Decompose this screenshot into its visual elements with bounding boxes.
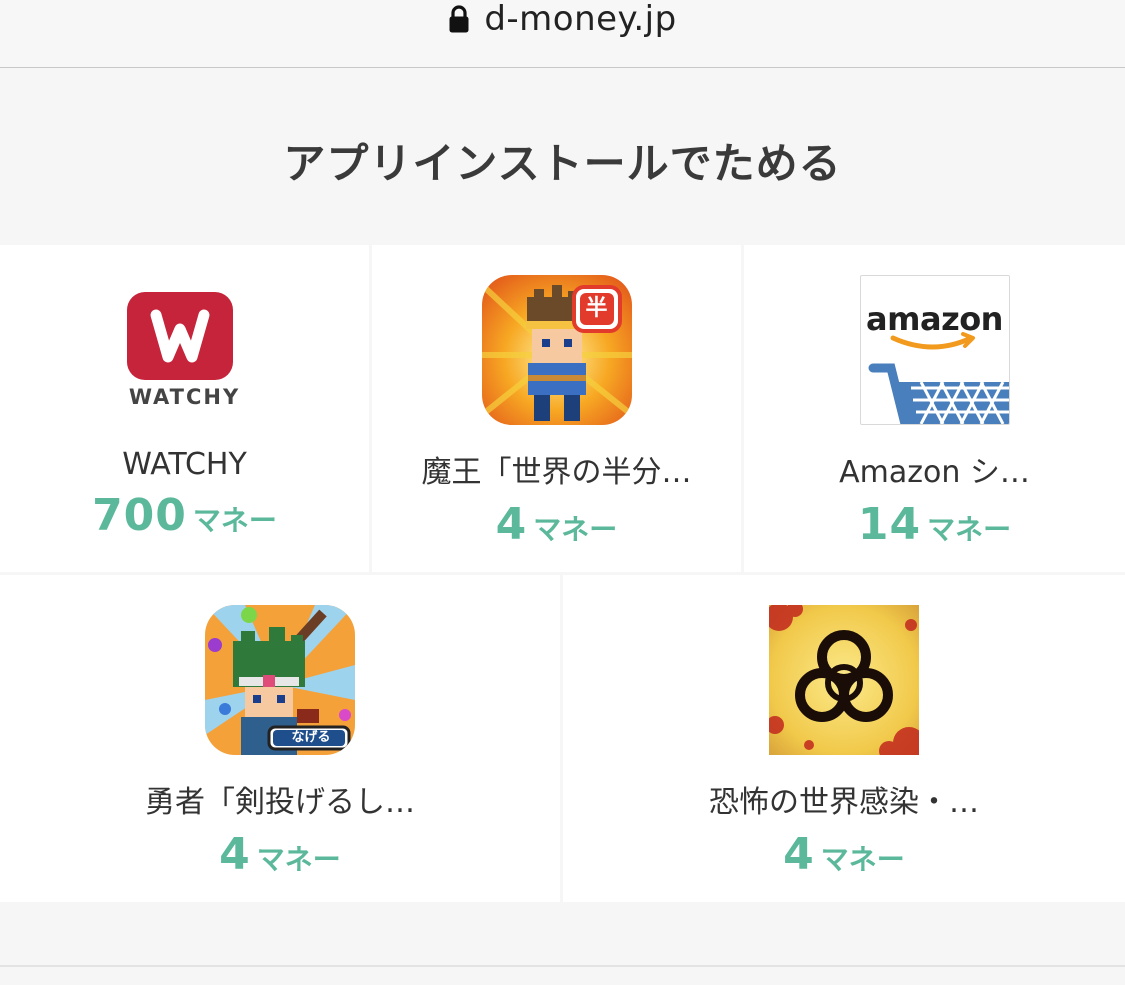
reward: 4 マネー (219, 829, 341, 880)
app-card-demon-king[interactable]: 半 魔王「世界の半分… 4 マネー (372, 245, 741, 572)
section-title: アプリインストールでためる (283, 139, 842, 188)
app-name: WATCHY (122, 447, 247, 482)
biohazard-game-icon (769, 605, 919, 755)
app-name: 魔王「世界の半分… (421, 455, 692, 490)
reward-amount: 700 (92, 490, 187, 541)
watchy-logo-icon: WATCHY (109, 275, 260, 425)
reward: 4 マネー (496, 499, 618, 550)
section-divider (0, 965, 1125, 967)
reward-unit: マネー (533, 513, 618, 546)
url-text: d-money.jp (484, 0, 677, 39)
watchy-logo-text: WATCHY (128, 385, 241, 409)
reward-unit: マネー (927, 513, 1012, 546)
reward: 700 マネー (92, 490, 277, 541)
game-badge-text: 半 (585, 296, 608, 321)
reward-amount: 4 (783, 829, 815, 880)
lock-icon (448, 4, 470, 34)
app-grid-row-2: なげる 勇者「剣投げるし… 4 マネー 恐怖の世界感染・… 4 マネー (0, 575, 1125, 902)
game-action-label: なげる (291, 730, 331, 745)
hero-sword-game-icon: なげる (205, 605, 355, 755)
reward: 14 マネー (858, 499, 1011, 550)
app-grid-row-1: WATCHY WATCHY 700 マネー 半 魔王「世界の半分… 4 マネー … (0, 245, 1125, 572)
reward-unit: マネー (256, 843, 341, 876)
app-card-hero-sword[interactable]: なげる 勇者「剣投げるし… 4 マネー (0, 575, 560, 902)
demon-king-game-icon: 半 (481, 275, 632, 425)
reward-unit: マネー (820, 843, 905, 876)
reward: 4 マネー (783, 829, 905, 880)
reward-amount: 14 (857, 499, 922, 550)
amazon-shopping-icon: amazon (859, 275, 1010, 425)
browser-url-bar[interactable]: d-money.jp (0, 0, 1125, 68)
app-name: 勇者「剣投げるし… (145, 785, 415, 820)
app-card-amazon[interactable]: amazon Amazon シ… 14 マネー (744, 245, 1125, 572)
app-card-watchy[interactable]: WATCHY WATCHY 700 マネー (0, 245, 369, 572)
app-name: 恐怖の世界感染・… (709, 785, 979, 820)
reward-amount: 4 (219, 829, 251, 880)
reward-amount: 4 (495, 499, 528, 550)
app-card-biohazard[interactable]: 恐怖の世界感染・… 4 マネー (563, 575, 1125, 902)
app-name: Amazon シ… (839, 455, 1030, 490)
reward-unit: マネー (192, 504, 277, 537)
